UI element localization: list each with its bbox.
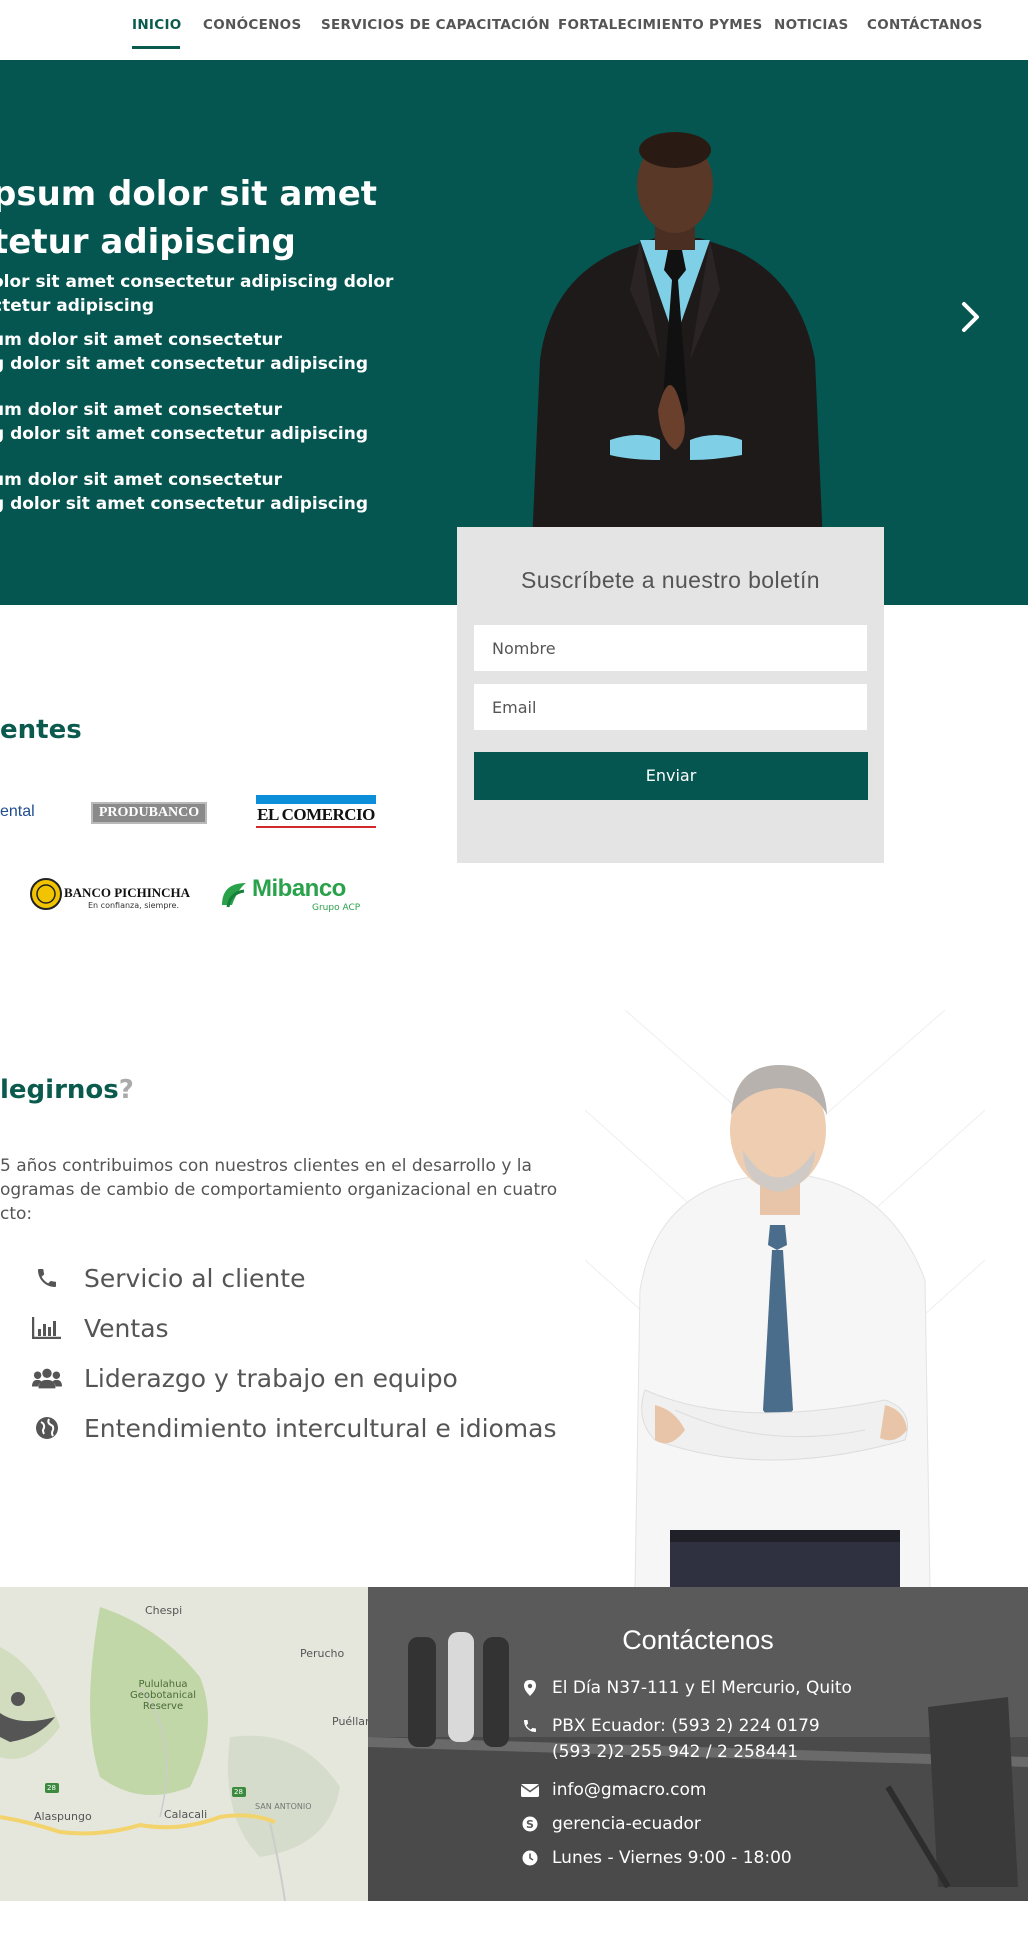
phone-icon — [516, 1713, 544, 1739]
contact-phone-line1: PBX Ecuador: (593 2) 224 0179 — [552, 1716, 820, 1736]
el-comercio-text: EL COMERCIO — [257, 805, 375, 824]
newsletter-name-input[interactable] — [474, 625, 867, 671]
hero-subtitle-line2: ctetur adipiscing — [0, 296, 155, 316]
hero-title-line1: psum dolor sit amet — [0, 174, 378, 214]
why-desc-line3: cto: — [0, 1204, 33, 1224]
svg-text:S: S — [526, 1818, 534, 1831]
feature-label: Ventas — [84, 1313, 169, 1343]
hero-subtitle-line1: olor sit amet consectetur adipiscing dol… — [0, 272, 394, 292]
main-nav: INICIO CONÓCENOS SERVICIOS DE CAPACITACI… — [0, 0, 1028, 60]
why-title-text: legirnos — [0, 1075, 119, 1105]
hero-item-3-line2: g dolor sit amet consectetur adipiscing — [0, 494, 369, 514]
newsletter-submit-button[interactable]: Enviar — [474, 752, 868, 800]
users-icon — [32, 1365, 62, 1391]
contact-email-text[interactable]: info@gmacro.com — [552, 1777, 706, 1803]
location-map[interactable]: Chespi Perucho Pululahua Geobotanical Re… — [0, 1587, 368, 1901]
map-label-pululahua-3: Reserve — [142, 1701, 184, 1712]
newsletter-box: Suscríbete a nuestro boletín Enviar — [457, 527, 884, 863]
why-desc-line1: 5 años contribuimos con nuestros cliente… — [0, 1156, 532, 1176]
hero-item-1-line2: g dolor sit amet consectetur adipiscing — [0, 354, 369, 374]
nav-item-noticias[interactable]: NOTICIAS — [774, 17, 849, 33]
hero-businessman-image — [530, 132, 825, 590]
map-label-alaspungo: Alaspungo — [34, 1810, 92, 1823]
client-logo-continental: ental — [0, 803, 35, 820]
hero-item-3-line1: um dolor sit amet consectetur — [0, 470, 282, 490]
map-label-pululahua-2: Geobotanical — [130, 1690, 197, 1701]
hero-title-line2: tetur adipiscing — [0, 222, 296, 262]
map-road-28b: 28 — [234, 1788, 243, 1796]
nav-item-servicios[interactable]: SERVICIOS DE CAPACITACIÓN — [321, 17, 550, 33]
feature-item: Ventas — [32, 1308, 169, 1348]
map-label-san-antonio: SAN ANTONIO — [255, 1802, 312, 1811]
banco-pichincha-text: BANCO PICHINCHA — [64, 885, 191, 900]
consultant-image — [585, 1010, 986, 1588]
newsletter-email-input[interactable] — [474, 684, 867, 730]
nav-active-indicator — [132, 46, 180, 49]
phone-icon — [32, 1265, 62, 1291]
feature-item: Liderazgo y trabajo en equipo — [32, 1358, 458, 1398]
contact-hours: Lunes - Viernes 9:00 - 18:00 — [516, 1845, 792, 1871]
skype-icon: S — [516, 1811, 544, 1837]
contact-email[interactable]: info@gmacro.com — [516, 1777, 706, 1803]
contact-title: Contáctenos — [622, 1625, 774, 1655]
contact-phone-line2: (593 2)2 255 942 / 2 258441 — [552, 1742, 799, 1762]
map-label-puellar: Puéllar — [332, 1715, 368, 1728]
contact-skype: S gerencia-ecuador — [516, 1811, 701, 1837]
map-label-chespi: Chespi — [145, 1604, 183, 1617]
feature-label: Servicio al cliente — [84, 1263, 306, 1293]
client-logo-produbanco: PRODUBANCO — [91, 802, 207, 824]
globe-icon — [32, 1415, 62, 1441]
hero-item-1-line1: um dolor sit amet consectetur — [0, 330, 282, 350]
map-label-perucho: Perucho — [300, 1647, 345, 1660]
contact-skype-text: gerencia-ecuador — [552, 1814, 701, 1834]
why-title: legirnos? — [0, 1075, 134, 1105]
why-description: 5 años contribuimos con nuestros cliente… — [0, 1154, 557, 1226]
newsletter-title: Suscríbete a nuestro boletín — [521, 567, 820, 593]
contact-address: El Día N37-111 y El Mercurio, Quito — [516, 1675, 852, 1701]
chevron-right-icon[interactable] — [950, 296, 992, 338]
map-label-pululahua-1: Pululahua — [138, 1679, 188, 1690]
envelope-icon — [516, 1777, 544, 1803]
map-graphic — [0, 1587, 368, 1901]
hero-text: psum dolor sit amet tetur adipiscing olo… — [0, 170, 393, 516]
nav-item-pymes[interactable]: FORTALECIMIENTO PYMES — [558, 17, 763, 33]
contact-address-text: El Día N37-111 y El Mercurio, Quito — [552, 1678, 852, 1698]
clients-title: entes — [0, 715, 82, 745]
why-title-question-mark: ? — [118, 1075, 134, 1105]
client-logo-el-comercio: EL COMERCIO — [256, 795, 376, 829]
mibanco-tagline: Grupo ACP — [312, 903, 361, 913]
clock-icon — [516, 1845, 544, 1871]
feature-label: Liderazgo y trabajo en equipo — [84, 1363, 458, 1393]
client-logo-banco-pichincha: BANCO PICHINCHA En confianza, siempre. — [30, 878, 190, 914]
nav-item-conocenos[interactable]: CONÓCENOS — [203, 17, 302, 33]
banco-pichincha-tagline: En confianza, siempre. — [88, 901, 179, 910]
feature-label: Entendimiento intercultural e idiomas — [84, 1413, 557, 1443]
contact-panel: Contáctenos El Día N37-111 y El Mercurio… — [368, 1587, 1028, 1901]
map-marker-icon — [516, 1675, 544, 1701]
hero-slider: psum dolor sit amet tetur adipiscing olo… — [0, 60, 1028, 605]
map-label-calacali: Calacali — [164, 1808, 208, 1821]
map-label-pululahua: Pululahua Geobotanical Reserve — [130, 1679, 196, 1712]
hero-item-2-line1: um dolor sit amet consectetur — [0, 400, 282, 420]
map-road-28a: 28 — [47, 1784, 56, 1792]
mibanco-leaf-icon — [222, 883, 246, 908]
nav-item-contactanos[interactable]: CONTÁCTANOS — [867, 17, 983, 33]
feature-item: Servicio al cliente — [32, 1258, 305, 1298]
why-desc-line2: ogramas de cambio de comportamiento orga… — [0, 1180, 558, 1200]
page: INICIO CONÓCENOS SERVICIOS DE CAPACITACI… — [0, 0, 1028, 1954]
hero-item-2-line2: g dolor sit amet consectetur adipiscing — [0, 424, 369, 444]
bar-chart-icon — [32, 1315, 62, 1341]
feature-item: Entendimiento intercultural e idiomas — [32, 1408, 557, 1448]
client-logo-mibanco: Mibanco Grupo ACP — [218, 875, 368, 915]
contact-phone: PBX Ecuador: (593 2) 224 0179 (593 2)2 2… — [516, 1713, 820, 1765]
mibanco-text: Mibanco — [252, 875, 346, 902]
nav-item-inicio[interactable]: INICIO — [132, 17, 182, 33]
contact-hours-text: Lunes - Viernes 9:00 - 18:00 — [552, 1848, 792, 1868]
banco-pichincha-seal-icon — [30, 878, 62, 910]
